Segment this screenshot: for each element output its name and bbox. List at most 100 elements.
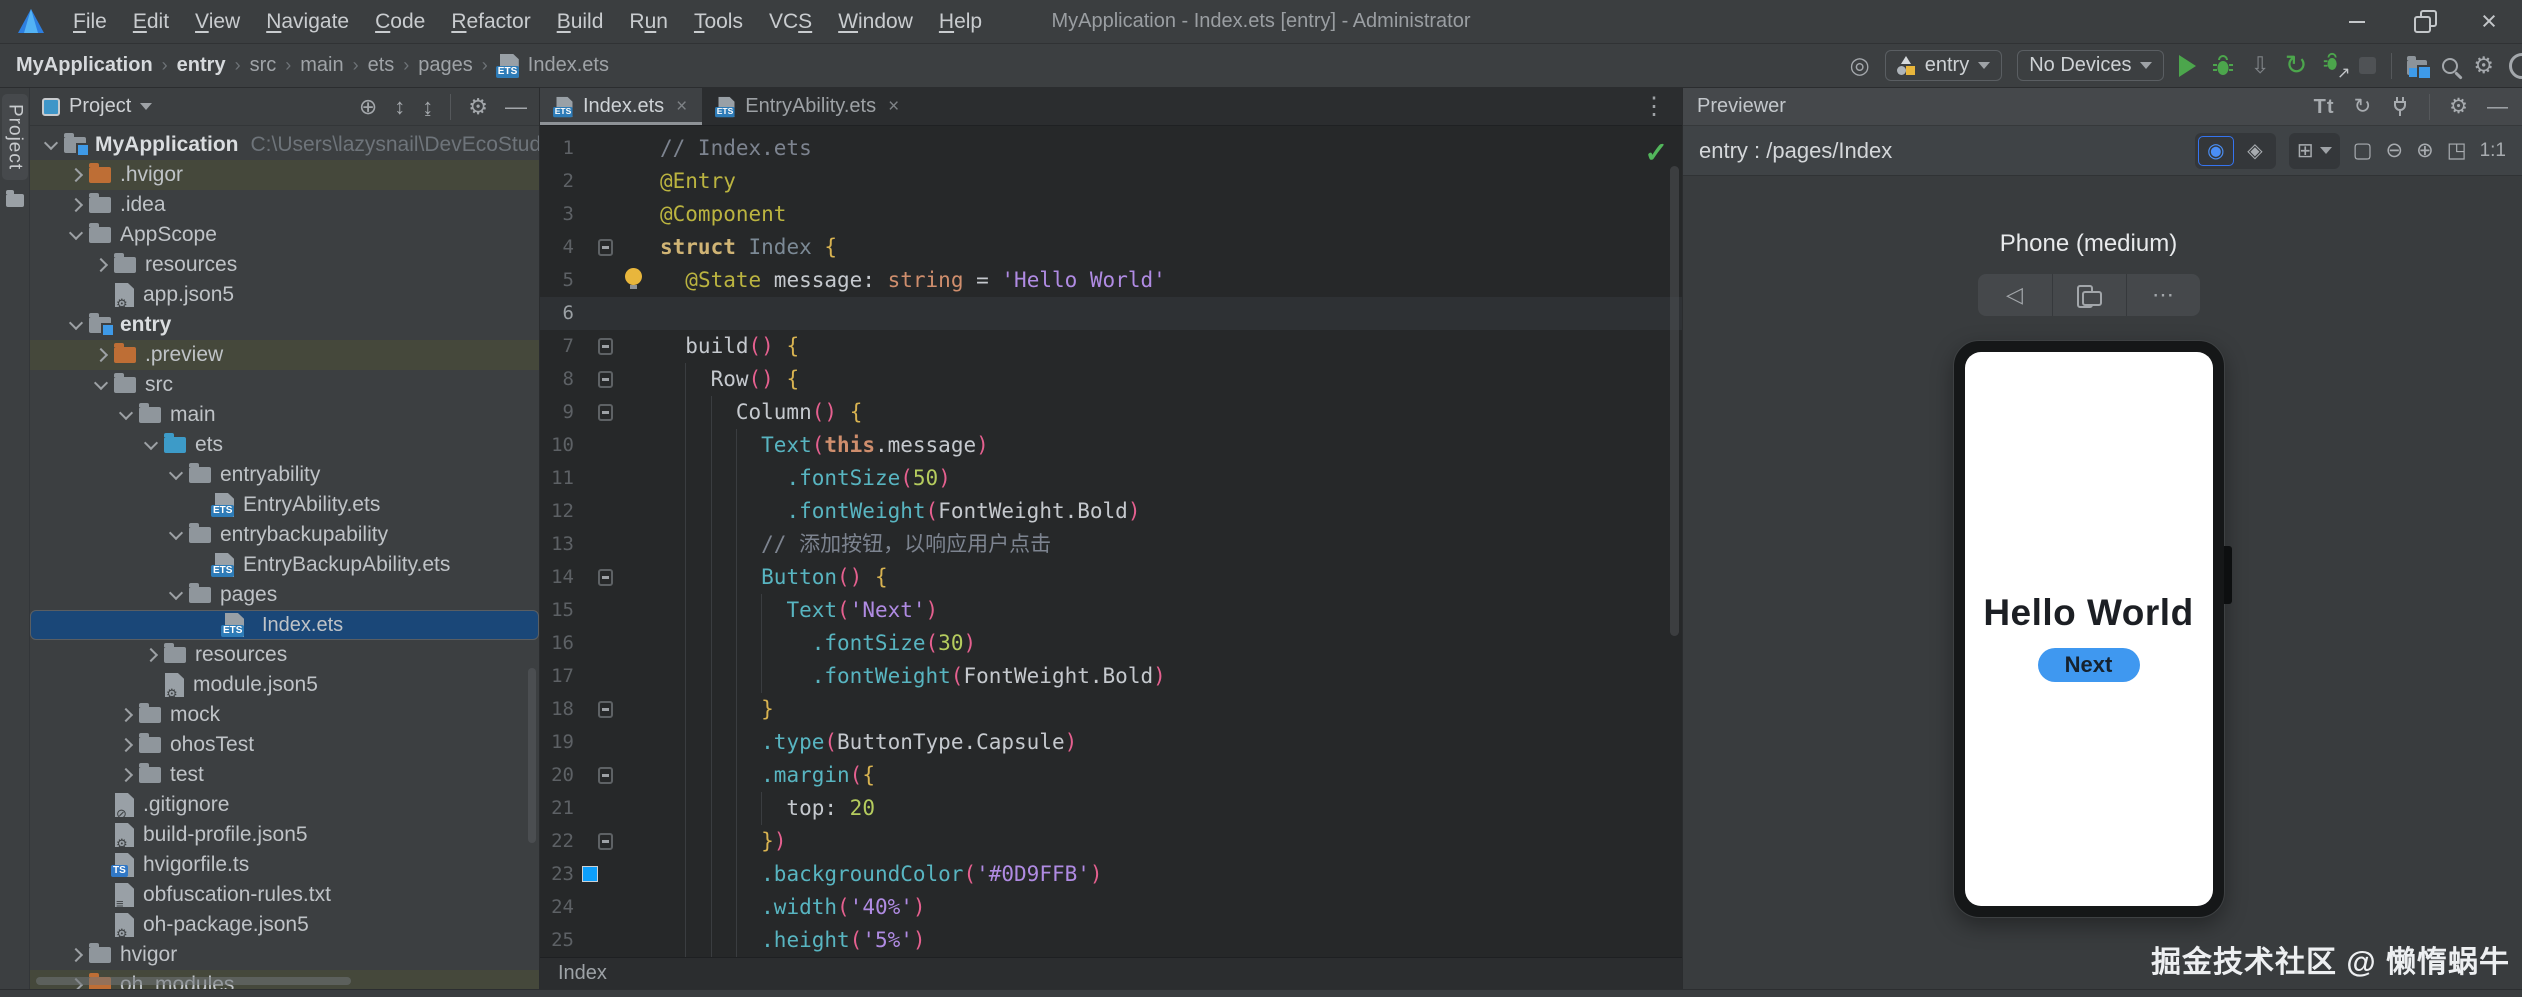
fold-marker-icon[interactable] (598, 371, 613, 388)
close-tab-icon[interactable]: × (888, 96, 899, 118)
menu-vcs[interactable]: VCS (756, 0, 825, 44)
editor-scrollbar[interactable] (1670, 166, 1679, 636)
chevron-right-icon[interactable] (94, 348, 108, 362)
tree-item-entry[interactable]: entry (30, 310, 539, 340)
chevron-down-icon[interactable] (140, 103, 152, 110)
menu-refactor[interactable]: Refactor (438, 0, 543, 44)
tree-item-ohostest[interactable]: ohosTest (30, 730, 539, 760)
chevron-down-icon[interactable] (144, 436, 158, 450)
debug-button[interactable] (2211, 54, 2235, 78)
tree-item-resources[interactable]: resources (30, 250, 539, 280)
tree-item-test[interactable]: test (30, 760, 539, 790)
settings-gear-icon[interactable]: ⚙ (2473, 54, 2494, 77)
editor-surface[interactable]: 1// Index.ets2@Entry3@Component4struct I… (540, 126, 1682, 957)
tree-item-entrybackupability[interactable]: entrybackupability (30, 520, 539, 550)
plug-icon[interactable] (2390, 96, 2410, 118)
zoom-in-icon[interactable]: ⊕ (2416, 140, 2434, 161)
panel-settings-icon[interactable]: ⚙ (468, 96, 488, 118)
code-line-5[interactable]: 5 @State message: string = 'Hello World' (540, 264, 1682, 297)
back-button[interactable]: ◁ (1978, 274, 2052, 316)
debug-attach-button[interactable]: ↗ (2322, 52, 2344, 79)
chevron-right-icon[interactable] (69, 198, 83, 212)
tree-item-entryability[interactable]: entryability (30, 460, 539, 490)
folder-icon[interactable] (6, 194, 24, 207)
layers-button[interactable]: ◈ (2237, 136, 2273, 166)
tree-item-src[interactable]: src (30, 370, 539, 400)
rerun-button[interactable]: ↻ (2285, 52, 2308, 79)
tree-item-resources[interactable]: resources (30, 640, 539, 670)
chevron-down-icon[interactable] (69, 316, 83, 330)
inspection-ok-icon[interactable]: ✓ (1645, 136, 1668, 169)
orientation-icon[interactable]: ◳ (2447, 140, 2467, 161)
chevron-down-icon[interactable] (169, 466, 183, 480)
breadcrumb-item-ets[interactable]: ets (368, 54, 395, 77)
expand-all-icon[interactable]: ↕ (394, 96, 405, 118)
tree-item-myapplication[interactable]: MyApplicationC:\Users\lazysnail\DevEcoSt… (30, 130, 539, 160)
chevron-right-icon[interactable] (144, 648, 158, 662)
tree-item-pages[interactable]: pages (30, 580, 539, 610)
code-line-4[interactable]: 4struct Index { (540, 231, 1682, 264)
tree-item-.hvigor[interactable]: .hvigor (30, 160, 539, 190)
fold-marker-icon[interactable] (598, 701, 613, 718)
tree-item-module.json5[interactable]: ⚙module.json5 (30, 670, 539, 700)
tree-item-index.ets[interactable]: ETSIndex.ets (30, 610, 539, 640)
tree-item-obfuscation-rules.txt[interactable]: ≡obfuscation-rules.txt (30, 880, 539, 910)
menu-code[interactable]: Code (362, 0, 438, 44)
chevron-right-icon[interactable] (119, 768, 133, 782)
menu-edit[interactable]: Edit (120, 0, 182, 44)
collapse-all-icon[interactable]: ↨ (422, 96, 433, 118)
notifications-icon[interactable] (2509, 53, 2522, 79)
tree-item-hvigorfile.ts[interactable]: TShvigorfile.ts (30, 850, 539, 880)
tree-item-ets[interactable]: ets (30, 430, 539, 460)
tree-item-hvigor[interactable]: hvigor (30, 940, 539, 970)
hide-previewer-icon[interactable]: — (2487, 96, 2508, 117)
menu-run[interactable]: Run (616, 0, 681, 44)
chevron-right-icon[interactable] (119, 738, 133, 752)
menu-view[interactable]: View (182, 0, 253, 44)
chevron-down-icon[interactable] (69, 226, 83, 240)
search-icon[interactable] (2442, 58, 2458, 74)
font-scale-icon[interactable]: Tt (2314, 97, 2335, 117)
device-select[interactable]: No Devices (2017, 50, 2164, 81)
fold-marker-icon[interactable] (598, 338, 613, 355)
code-line-7[interactable]: 7 build() { (540, 330, 1682, 363)
zoom-ratio-label[interactable]: 1:1 (2480, 140, 2506, 162)
chevron-right-icon[interactable] (119, 708, 133, 722)
tree-item-main[interactable]: main (30, 400, 539, 430)
tree-item-.preview[interactable]: .preview (30, 340, 539, 370)
fold-marker-icon[interactable] (598, 833, 613, 850)
chevron-down-icon[interactable] (44, 136, 58, 150)
tree-item-appscope[interactable]: AppScope (30, 220, 539, 250)
chevron-right-icon[interactable] (69, 168, 83, 182)
menu-window[interactable]: Window (825, 0, 926, 44)
stop-button[interactable] (2359, 57, 2376, 74)
close-button[interactable]: × (2456, 0, 2522, 43)
rotate-device-button[interactable] (2052, 274, 2126, 316)
chevron-right-icon[interactable] (69, 948, 83, 962)
tree-item-oh-package.json5[interactable]: ⚙oh-package.json5 (30, 910, 539, 940)
chevron-down-icon[interactable] (119, 406, 133, 420)
breadcrumb-item-index.ets[interactable]: Index.ets (528, 54, 609, 77)
fold-marker-icon[interactable] (598, 404, 613, 421)
breadcrumb-item-pages[interactable]: pages (418, 54, 473, 77)
frame-icon[interactable]: ▢ (2353, 140, 2373, 161)
menu-tools[interactable]: Tools (681, 0, 756, 44)
hide-panel-icon[interactable]: — (505, 96, 527, 118)
intention-bulb-icon[interactable] (625, 268, 642, 285)
fold-marker-icon[interactable] (598, 569, 613, 586)
tree-item-.idea[interactable]: .idea (30, 190, 539, 220)
minimize-button[interactable] (2324, 0, 2390, 43)
previewer-settings-icon[interactable]: ⚙ (2449, 96, 2468, 117)
code-line-1[interactable]: 1// Index.ets (540, 132, 1682, 165)
refresh-icon[interactable]: ↻ (2354, 96, 2372, 117)
fold-marker-icon[interactable] (598, 239, 613, 256)
attach-debugger-icon[interactable]: ⇩ (2250, 54, 2269, 77)
run-config-select[interactable]: entry (1885, 50, 2002, 81)
tab-options-icon[interactable]: ⋮ (1642, 88, 1682, 125)
maximize-button[interactable] (2390, 0, 2456, 43)
fold-marker-icon[interactable] (598, 767, 613, 784)
breadcrumb-item-main[interactable]: main (300, 54, 343, 77)
breadcrumb-item-src[interactable]: src (250, 54, 277, 77)
tree-item-build-profile.json5[interactable]: ⚙build-profile.json5 (30, 820, 539, 850)
code-line-2[interactable]: 2@Entry (540, 165, 1682, 198)
